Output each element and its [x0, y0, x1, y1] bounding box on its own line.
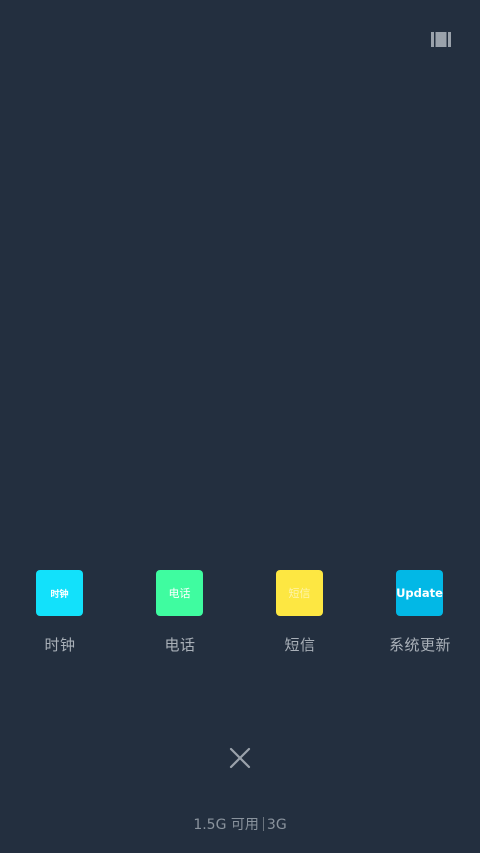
app-label-clock: 时钟: [44, 636, 76, 654]
clear-all-button[interactable]: [227, 745, 253, 771]
app-label-system-update: 系统更新: [388, 636, 451, 654]
recent-apps-row: 时钟 时钟 电话 电话 短信 短信 Update 系统更新: [0, 569, 480, 669]
app-label-messages: 短信: [284, 636, 316, 654]
view-toggle-icon: [431, 31, 451, 47]
view-toggle-button[interactable]: [426, 28, 456, 50]
close-icon: [229, 747, 251, 769]
app-phone[interactable]: 电话 电话: [120, 569, 240, 664]
app-label-phone: 电话: [164, 636, 196, 654]
update-app-icon: Update: [396, 570, 443, 616]
app-system-update[interactable]: Update 系统更新: [360, 569, 480, 664]
memory-divider: [262, 817, 264, 831]
memory-total: 3G: [266, 817, 287, 833]
app-messages[interactable]: 短信 短信: [240, 569, 360, 664]
app-clock[interactable]: 时钟 时钟: [0, 569, 120, 664]
memory-available: 1.5G 可用: [193, 817, 259, 833]
messages-app-icon: 短信: [276, 570, 323, 616]
clock-app-icon: 时钟: [36, 570, 83, 616]
phone-app-icon: 电话: [156, 570, 203, 616]
memory-status: 1.5G 可用 3G: [0, 815, 480, 835]
